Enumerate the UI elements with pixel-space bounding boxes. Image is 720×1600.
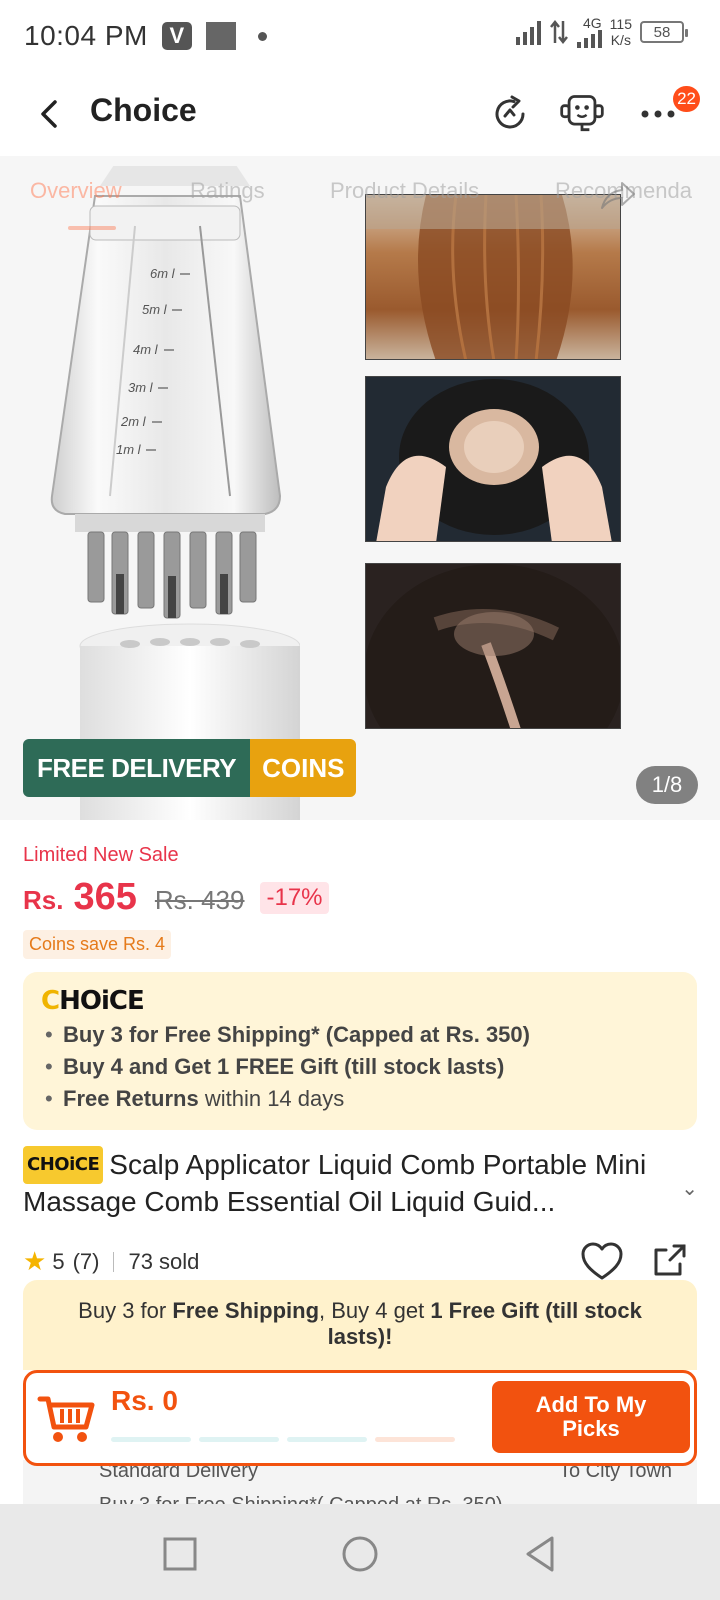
back-nav-icon[interactable] xyxy=(520,1534,560,1574)
benefit-rest: within 14 days xyxy=(198,1086,345,1111)
benefit-bold: Buy 3 for Free Shipping* (Capped at Rs. … xyxy=(63,1022,530,1047)
progress-segment xyxy=(111,1437,191,1442)
gallery-notification-icon xyxy=(205,22,236,50)
speed-value: 115 xyxy=(609,16,632,32)
signal-4g-group: 4G xyxy=(576,15,602,48)
choice-logo-prefix: C xyxy=(41,986,60,1016)
cart-summary-bar[interactable]: Rs. 0 Add To My Picks xyxy=(23,1370,697,1466)
cart-icon xyxy=(37,1396,95,1442)
benefit-item: Free Returns within 14 days xyxy=(41,1086,679,1112)
customer-service-button[interactable] xyxy=(558,90,606,138)
sale-label: Limited New Sale xyxy=(23,844,179,866)
app-header: Choice 22 xyxy=(0,72,720,156)
product-bottle-image: 6m l 5m l 4m l 3m l 2m l 1m l xyxy=(50,166,300,820)
tab-product-details[interactable]: Product Details xyxy=(330,178,479,204)
back-button[interactable] xyxy=(30,94,70,134)
tab-overview[interactable]: Overview xyxy=(30,178,122,204)
product-gallery[interactable]: 6m l 5m l 4m l 3m l 2m l 1m l Overview R… xyxy=(0,156,720,820)
mark-3ml: 3m l xyxy=(128,380,154,395)
ship-note-free-shipping: Free Shipping xyxy=(172,1298,320,1323)
signal-icon xyxy=(515,19,541,45)
notification-dot-icon xyxy=(257,31,267,41)
data-transfer-icon xyxy=(549,19,568,45)
benefit-bold: Buy 4 and Get 1 FREE Gift (till stock la… xyxy=(63,1054,505,1079)
mark-2ml: 2m l xyxy=(120,414,147,429)
progress-segment xyxy=(287,1437,367,1442)
coins-label: COINS xyxy=(250,739,357,797)
recents-icon[interactable] xyxy=(160,1534,200,1574)
mark-4ml: 4m l xyxy=(133,342,159,357)
benefit-bold: Free Returns xyxy=(63,1086,199,1111)
mark-1ml: 1m l xyxy=(116,442,142,457)
rating-value: 5 xyxy=(52,1248,65,1274)
back-icon xyxy=(41,100,57,128)
delivery-note: Buy 3 for Free Shipping*( Capped at Rs. … xyxy=(99,1494,503,1504)
chevron-down-icon[interactable]: ⌄ xyxy=(681,1176,698,1201)
refresh-icon xyxy=(495,95,525,129)
choice-logo: CHOiCE xyxy=(41,986,679,1016)
shipping-promo-note: Buy 3 for Free Shipping, Buy 4 get 1 Fre… xyxy=(23,1280,697,1370)
price-row: Rs. 365 Rs. 439 -17% xyxy=(23,876,329,919)
choice-tag: CHOiCE xyxy=(23,1146,104,1184)
free-delivery-label: FREE DELIVERY xyxy=(23,739,251,797)
image-page-indicator: 1/8 xyxy=(636,766,698,804)
notification-badge: 22 xyxy=(673,86,700,112)
status-time: 10:04 PM xyxy=(24,20,148,51)
star-icon: ★ xyxy=(23,1246,47,1276)
benefit-item: Buy 3 for Free Shipping* (Capped at Rs. … xyxy=(41,1022,679,1048)
product-title-text: Scalp Applicator Liquid Comb Portable Mi… xyxy=(23,1149,647,1217)
support-icon xyxy=(560,95,604,132)
discount-badge: -17% xyxy=(260,881,329,914)
cart-total: Rs. 0 xyxy=(111,1385,178,1416)
share-icon[interactable] xyxy=(650,1240,690,1280)
add-to-picks-button[interactable]: Add To My Picks xyxy=(492,1381,690,1453)
v-app-icon: V xyxy=(161,22,192,50)
cart-progress xyxy=(111,1437,455,1442)
speed-unit: K/s xyxy=(610,32,631,48)
review-count: (7) xyxy=(72,1248,100,1274)
heart-icon[interactable] xyxy=(580,1240,624,1284)
coins-save-badge: Coins save Rs. 4 xyxy=(23,930,172,959)
thinning-hair-photo xyxy=(365,563,621,729)
battery-icon: 58 xyxy=(640,21,688,43)
status-bar: 10:04 PM V 4G 115 K/s 58 xyxy=(0,0,720,72)
page-title: Choice xyxy=(90,92,197,128)
add-label-line2: Picks xyxy=(562,1416,620,1441)
ship-note-middle: , Buy 4 get xyxy=(319,1298,431,1323)
signal-icon-2 xyxy=(576,30,602,48)
benefit-item: Buy 4 and Get 1 FREE Gift (till stock la… xyxy=(41,1054,679,1080)
progress-segment xyxy=(199,1437,279,1442)
more-icon xyxy=(641,110,675,118)
add-label-line1: Add To My xyxy=(535,1392,647,1417)
choice-logo-rest: HOiCE xyxy=(59,986,145,1016)
mark-6ml: 6m l xyxy=(150,266,176,281)
mark-5ml: 5m l xyxy=(142,302,168,317)
home-icon[interactable] xyxy=(340,1534,380,1574)
price-currency: Rs. xyxy=(23,885,64,915)
hair-back-photo xyxy=(365,194,621,360)
tab-ratings[interactable]: Ratings xyxy=(190,178,265,204)
choice-benefits-box[interactable]: CHOiCE Buy 3 for Free Shipping* (Capped … xyxy=(23,972,697,1130)
delivery-info-partial: Standard Delivery To City Town Buy 3 for… xyxy=(23,1460,697,1504)
original-price: Rs. 439 xyxy=(154,885,245,915)
share-arrow-icon[interactable] xyxy=(600,180,636,210)
active-tab-indicator xyxy=(68,226,116,230)
progress-segment xyxy=(375,1437,455,1442)
divider xyxy=(113,1251,115,1272)
ship-note-prefix: Buy 3 for xyxy=(78,1298,173,1323)
network-speed: 115 K/s xyxy=(610,16,632,48)
product-title[interactable]: CHOiCE Scalp Applicator Liquid Comb Porta… xyxy=(23,1146,663,1220)
current-price: 365 xyxy=(73,876,137,918)
promo-banner: FREE DELIVERY COINS xyxy=(23,739,357,797)
network-type: 4G xyxy=(582,15,602,31)
battery-level: 58 xyxy=(653,23,671,41)
rating-row[interactable]: ★ 5 (7) 73 sold xyxy=(23,1246,199,1277)
bald-scalp-photo xyxy=(365,376,621,542)
refresh-button[interactable] xyxy=(486,90,534,138)
sold-count: 73 sold xyxy=(128,1248,200,1274)
system-nav-bar xyxy=(0,1504,720,1600)
status-indicators: 4G 115 K/s 58 xyxy=(515,15,688,48)
